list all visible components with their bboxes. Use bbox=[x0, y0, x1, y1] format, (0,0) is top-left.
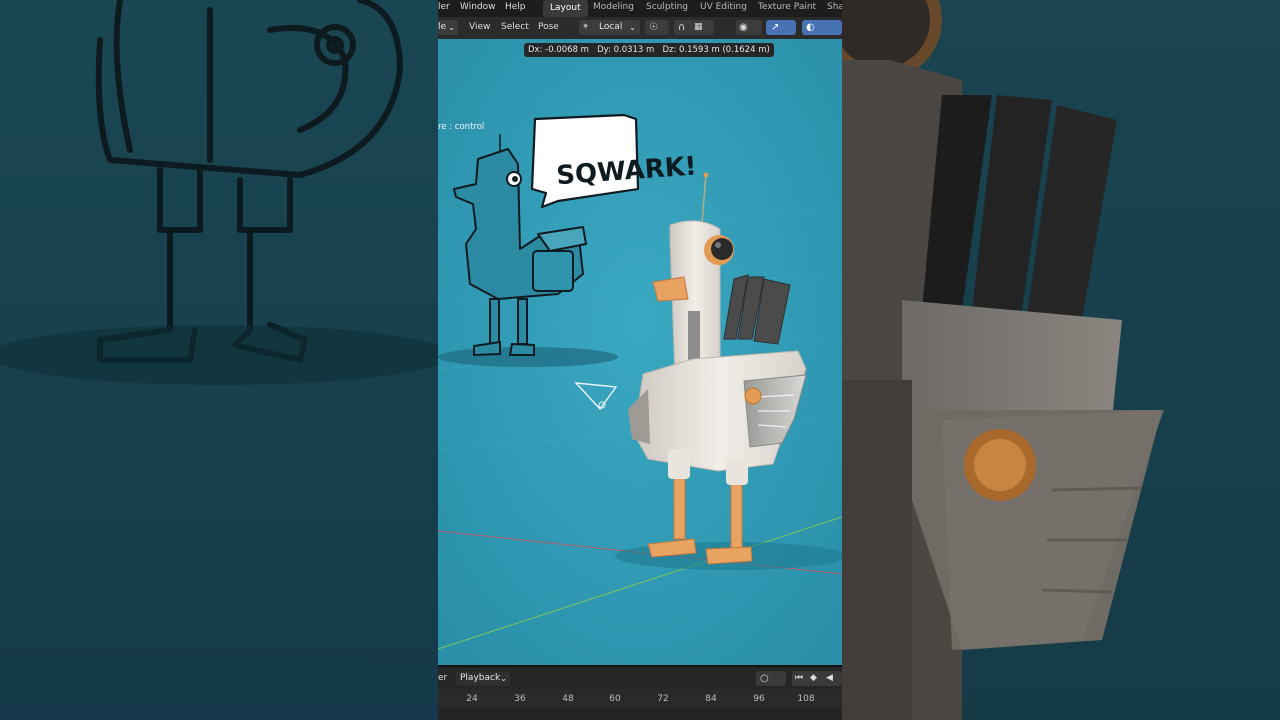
playback-controls: ⏮ ◆ ◀ bbox=[792, 671, 842, 686]
visibility-button[interactable]: ◉ bbox=[736, 20, 762, 35]
viewport-scene: SQWARK! bbox=[438, 39, 842, 665]
pivot-point-button[interactable]: ☉ bbox=[645, 20, 669, 35]
dz-label: Dz: bbox=[662, 45, 677, 55]
viewport-header: le ⌄ View Select Pose ⌖ Local ⌄ ☉ ∩ ▦ ◉ … bbox=[438, 17, 842, 40]
eye-icon: ◉ bbox=[739, 22, 748, 33]
timeline-track[interactable] bbox=[438, 709, 842, 720]
frame-label: 48 bbox=[562, 694, 574, 704]
3d-viewport[interactable]: SQWARK! re: control bbox=[438, 39, 842, 665]
render-closeup-illustration bbox=[842, 0, 1164, 720]
frame-label: 24 bbox=[466, 694, 478, 704]
tab-modeling[interactable]: Modeling bbox=[593, 2, 634, 12]
tab-sculpting[interactable]: Sculpting bbox=[646, 2, 688, 12]
tab-layout[interactable]: Layout bbox=[543, 0, 588, 17]
mode-dropdown[interactable]: le ⌄ bbox=[438, 20, 458, 35]
overlays-button[interactable]: ◐ bbox=[802, 20, 842, 35]
overlays-icon: ◐ bbox=[806, 22, 815, 33]
tab-uv-editing[interactable]: UV Editing bbox=[700, 2, 747, 12]
pivot-icon: ☉ bbox=[649, 22, 658, 33]
frame-label: 108 bbox=[797, 694, 815, 704]
chevron-down-icon: ⌄ bbox=[500, 674, 507, 683]
mode-label: le bbox=[438, 22, 447, 32]
dz-value: 0.1593 m (0.1624 m) bbox=[679, 45, 770, 55]
frame-label: 36 bbox=[514, 694, 526, 704]
magnet-icon: ∩ bbox=[678, 22, 686, 33]
frame-label: 84 bbox=[705, 694, 717, 704]
tab-texture-paint[interactable]: Texture Paint bbox=[758, 2, 816, 12]
menu-view[interactable]: View bbox=[469, 22, 490, 32]
playback-label: Playback bbox=[460, 673, 501, 683]
chevron-down-icon: ⌄ bbox=[448, 23, 455, 32]
frame-label: 96 bbox=[753, 694, 765, 704]
active-object-label: re : control bbox=[438, 122, 485, 132]
dy-value: 0.0313 m bbox=[613, 45, 655, 55]
keying-button[interactable]: ○ bbox=[756, 671, 786, 686]
frame-ruler[interactable]: 24 36 48 60 72 84 96 108 bbox=[438, 689, 842, 709]
menu-pose[interactable]: Pose bbox=[538, 22, 559, 32]
top-menu-bar: ler Window Help Layout Modeling Sculptin… bbox=[438, 0, 842, 17]
menu-help[interactable]: Help bbox=[505, 2, 526, 12]
frame-label: 60 bbox=[609, 694, 621, 704]
menu-window[interactable]: Window bbox=[460, 2, 496, 12]
tab-shading[interactable]: Sha bbox=[827, 2, 842, 12]
blender-window: ler Window Help Layout Modeling Sculptin… bbox=[438, 0, 842, 720]
snapping-button[interactable]: ∩ ▦ bbox=[674, 20, 714, 35]
frame-label: 72 bbox=[657, 694, 669, 704]
transform-orientation-dropdown[interactable]: ⌖ Local ⌄ bbox=[579, 20, 640, 35]
dy-label: Dy: bbox=[597, 45, 611, 55]
orientation-label: Local bbox=[599, 22, 623, 32]
timeline-editor: er Playback ⌄ ○ ⏮ ◆ ◀ 24 36 48 60 72 84 … bbox=[438, 665, 842, 720]
record-icon: ○ bbox=[760, 673, 769, 684]
timeline-menu-fragment[interactable]: er bbox=[438, 673, 447, 683]
left-backdrop bbox=[0, 0, 438, 720]
snap-increment-icon: ▦ bbox=[694, 22, 703, 32]
timeline-header: er Playback ⌄ ○ ⏮ ◆ ◀ bbox=[438, 667, 842, 689]
gizmo-icon: ↗ bbox=[771, 22, 780, 33]
dx-label: Dx: bbox=[528, 45, 543, 55]
playback-dropdown[interactable]: Playback ⌄ bbox=[456, 671, 510, 686]
sketch-closeup-illustration bbox=[0, 0, 438, 385]
orientation-icon: ⌖ bbox=[583, 22, 589, 32]
play-reverse-icon[interactable]: ◀ bbox=[826, 671, 833, 686]
chevron-down-icon: ⌄ bbox=[629, 23, 636, 32]
prev-keyframe-icon[interactable]: ◆ bbox=[810, 671, 817, 686]
menu-item-fragment[interactable]: ler bbox=[438, 2, 450, 12]
dx-value: -0.0068 m bbox=[545, 45, 589, 55]
transform-readout: Dx: -0.0068 m Dy: 0.0313 m Dz: 0.1593 m … bbox=[524, 43, 774, 57]
menu-select[interactable]: Select bbox=[501, 22, 529, 32]
jump-start-icon[interactable]: ⏮ bbox=[795, 671, 803, 686]
right-backdrop bbox=[842, 0, 1280, 720]
gizmo-toggle-button[interactable]: ↗ bbox=[766, 20, 796, 35]
